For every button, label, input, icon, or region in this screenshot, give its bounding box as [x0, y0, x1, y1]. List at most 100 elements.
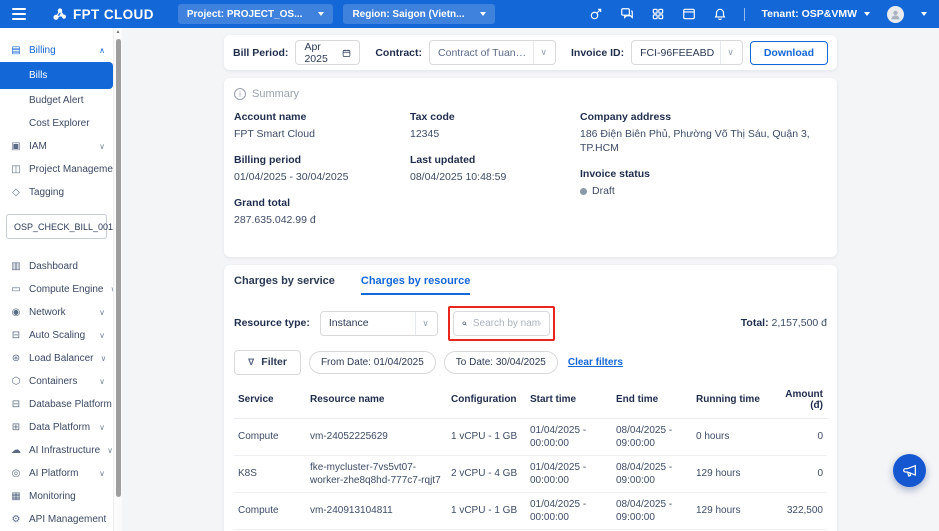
sidebar-item-auto-scaling[interactable]: ⊟Auto Scaling∨	[0, 324, 113, 347]
tab-charges-by-resource[interactable]: Charges by resource	[361, 275, 470, 295]
sidebar-item-project-management[interactable]: ◫Project Management	[0, 158, 113, 181]
cell-configuration: 2 vCPU - 4 GB	[447, 455, 526, 492]
sidebar-item-tagging[interactable]: ◇Tagging	[0, 181, 113, 204]
bill-period-input[interactable]: Apr 2025	[295, 40, 360, 65]
cell-end-time: 08/04/2025 - 09:00:00	[612, 492, 692, 529]
summary-card: i Summary Account name FPT Smart Cloud B…	[224, 78, 837, 257]
scroll-up-arrow-icon[interactable]: ▲	[116, 29, 121, 35]
cell-end-time: 08/04/2025 - 09:00:00	[612, 455, 692, 492]
sidebar-item-label: Auto Scaling	[29, 330, 85, 341]
scrollbar-thumb[interactable]	[116, 39, 121, 497]
clear-filters-link[interactable]: Clear filters	[568, 357, 623, 368]
sidebar-item-ai-platform[interactable]: ◎AI Platform∨	[0, 462, 113, 485]
cell-service: K8S	[234, 455, 306, 492]
console-window-icon[interactable]	[682, 7, 696, 21]
summary-title: Summary	[252, 88, 299, 100]
table-row[interactable]: K8Sfke-mycluster-7vs5vt07-worker-zhe8q8h…	[234, 455, 827, 492]
search-box[interactable]	[453, 311, 550, 336]
sidebar-item-label: Load Balancer	[29, 353, 94, 364]
announcements-fab-button[interactable]	[893, 454, 926, 487]
fpt-cloud-logo: FPT CLOUD	[52, 6, 154, 22]
invoice-id-select[interactable]: FCI-96FEEABD ∨	[631, 40, 743, 65]
sidebar-item-label: Billing	[29, 45, 56, 56]
chevron-down-icon	[480, 12, 486, 16]
contract-select[interactable]: Contract of Tuannn52... ∨	[429, 40, 556, 65]
search-input[interactable]	[473, 318, 541, 329]
status-dot	[580, 188, 587, 195]
monitoring-icon: ▦	[10, 491, 22, 502]
database-platform-icon: ⊟	[10, 399, 22, 410]
download-button[interactable]: Download	[750, 41, 828, 65]
cell-resource-name: vm-240913104811	[306, 492, 447, 529]
sidebar-item-containers[interactable]: ⬡Containers∨	[0, 370, 113, 393]
cell-configuration: 1 vCPU - 1 GB	[447, 492, 526, 529]
sidebar-item-cost-explorer[interactable]: Cost Explorer	[0, 112, 113, 135]
filter-button[interactable]: ∇ Filter	[234, 350, 301, 375]
quick-launch-icon[interactable]	[589, 7, 603, 21]
status-badge: Draft	[592, 185, 615, 197]
resource-type-label: Resource type:	[234, 317, 310, 329]
top-navbar: FPT CLOUD Project: PROJECT_OS... Region:…	[0, 0, 939, 28]
sidebar-item-dashboard[interactable]: ▥Dashboard	[0, 255, 113, 278]
sidebar-item-ai-infrastructure[interactable]: ☁AI Infrastructure∨	[0, 439, 113, 462]
chevron-down-icon	[318, 12, 324, 16]
sidebar-project-select-value: OSP_CHECK_BILL_001	[14, 222, 113, 232]
sidebar-item-budget-alert[interactable]: Budget Alert	[0, 89, 113, 112]
from-date-chip[interactable]: From Date: 01/04/2025	[309, 351, 436, 374]
cell-running-time: 129 hours	[692, 455, 776, 492]
sidebar-item-billing[interactable]: ▤Billing∧	[0, 39, 113, 62]
tab-charges-by-service[interactable]: Charges by service	[234, 275, 335, 295]
sidebar-item-label: Cost Explorer	[29, 118, 90, 129]
dashboard-icon: ▥	[10, 261, 22, 272]
ai-platform-icon: ◎	[10, 468, 22, 479]
cell-resource-name: vm-24052225629	[306, 418, 447, 455]
cell-configuration: 1 vCPU - 1 GB	[447, 418, 526, 455]
to-date-chip[interactable]: To Date: 30/04/2025	[444, 351, 558, 374]
sidebar-item-bills[interactable]: Bills	[0, 62, 113, 89]
resource-type-select[interactable]: Instance ∨	[320, 311, 438, 336]
sidebar-item-label: Budget Alert	[29, 95, 83, 106]
sidebar-item-data-platform[interactable]: ⊞Data Platform∨	[0, 416, 113, 439]
chevron-up-icon: ∧	[99, 46, 105, 55]
messages-icon[interactable]	[620, 7, 634, 21]
sidebar-item-iam[interactable]: ▣IAM∨	[0, 135, 113, 158]
bill-toolbar: Bill Period: Apr 2025 Contract: Contract…	[224, 35, 837, 70]
region-selector[interactable]: Region: Saigon (Vietn...	[343, 4, 495, 24]
table-row[interactable]: Computevm-2409131048111 vCPU - 1 GB01/04…	[234, 492, 827, 529]
sidebar-item-label: IAM	[29, 141, 47, 152]
sidebar-item-monitoring[interactable]: ▦ Monitoring	[0, 485, 113, 508]
sidebar-scrollbar[interactable]: ▲	[113, 28, 122, 531]
avatar-chevron-down-icon[interactable]	[921, 12, 927, 16]
sidebar-item-compute-engine[interactable]: ▭Compute Engine∨	[0, 278, 113, 301]
notifications-bell-icon[interactable]	[713, 7, 727, 21]
sidebar: ▤Billing∧BillsBudget AlertCost Explorer▣…	[0, 28, 113, 531]
logo-text: FPT CLOUD	[73, 7, 154, 22]
cell-service: Compute	[234, 492, 306, 529]
iam-icon: ▣	[10, 141, 22, 152]
sidebar-item-label: Monitoring	[29, 491, 76, 502]
sidebar-item-load-balancer[interactable]: ⊛Load Balancer∨	[0, 347, 113, 370]
last-updated-field: Last updated 08/04/2025 10:48:59	[410, 154, 580, 184]
tenant-selector[interactable]: Tenant: OSP&VMW	[762, 8, 870, 20]
user-avatar[interactable]	[887, 6, 904, 23]
project-selector[interactable]: Project: PROJECT_OS...	[178, 4, 334, 24]
main-content: Bill Period: Apr 2025 Contract: Contract…	[122, 28, 939, 531]
hamburger-menu-icon[interactable]	[12, 8, 26, 20]
sidebar-item-network[interactable]: ◉Network∨	[0, 301, 113, 324]
table-row[interactable]: Computevm-240522256291 vCPU - 1 GB01/04/…	[234, 418, 827, 455]
sidebar-item-api-management[interactable]: ⚙API Management∨	[0, 508, 113, 531]
tag-icon: ◇	[10, 187, 22, 198]
search-icon	[462, 318, 467, 329]
column-header-configuration: Configuration	[447, 382, 526, 419]
project-management-icon: ◫	[10, 164, 22, 175]
sidebar-item-label: Network	[29, 307, 66, 318]
charges-tabs: Charges by service Charges by resource	[234, 275, 827, 295]
apps-grid-icon[interactable]	[651, 7, 665, 21]
sidebar-item-database-platform[interactable]: ⊟Database Platform∨	[0, 393, 113, 416]
annotation-highlight-box	[448, 306, 555, 341]
column-header-end-time: End time	[612, 382, 692, 419]
chevron-down-icon: ∨	[99, 308, 105, 317]
chevron-down-icon: ∨	[101, 354, 107, 363]
account-name-field: Account name FPT Smart Cloud	[234, 111, 410, 141]
sidebar-project-select[interactable]: OSP_CHECK_BILL_001▾	[6, 214, 107, 239]
